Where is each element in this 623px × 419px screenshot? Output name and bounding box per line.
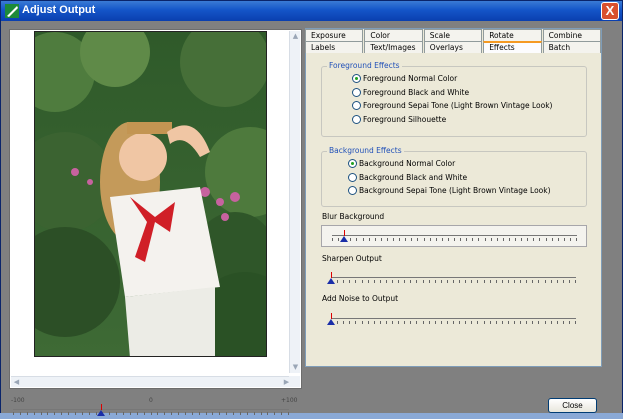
window-title: Adjust Output bbox=[22, 4, 96, 16]
scroll-up-icon[interactable]: ▲ bbox=[290, 31, 301, 42]
dialog-window: Adjust Output X ▲ ▼ ◀ ▶ -100 0 +100 Clos… bbox=[0, 0, 623, 416]
sharpen-slider[interactable] bbox=[327, 272, 576, 284]
preview-vertical-scrollbar[interactable]: ▲ ▼ bbox=[289, 31, 300, 373]
background-option-label: Background Black and White bbox=[359, 172, 468, 182]
blur-slider-thumb[interactable] bbox=[340, 236, 349, 242]
slider-min-label: -100 bbox=[11, 397, 25, 404]
window-close-button[interactable]: X bbox=[601, 2, 619, 20]
effects-panel: Foreground Effects Foreground Normal Col… bbox=[305, 28, 602, 367]
tab-effects[interactable]: Effects bbox=[483, 41, 542, 53]
tab-strip: Exposure Color Scale Rotate Combine Labels Te… bbox=[305, 29, 602, 53]
tab-labels[interactable]: Labels bbox=[305, 41, 364, 53]
tab-batch[interactable]: Batch bbox=[542, 41, 601, 53]
tab-text-images[interactable]: Text/Images bbox=[364, 41, 423, 53]
tab-combine[interactable]: Combine bbox=[542, 29, 601, 41]
sharpen-slider-thumb[interactable] bbox=[327, 278, 335, 284]
scroll-down-icon[interactable]: ▼ bbox=[290, 362, 301, 373]
tab-overlays[interactable]: Overlays bbox=[423, 41, 483, 53]
slider-mid-label: 0 bbox=[149, 397, 153, 404]
blur-background-label: Blur Background bbox=[322, 212, 385, 221]
title-bar: Adjust Output X bbox=[1, 1, 622, 21]
tab-scale[interactable]: Scale bbox=[423, 29, 483, 41]
scrollbar-corner bbox=[289, 376, 300, 387]
tab-exposure[interactable]: Exposure bbox=[305, 29, 364, 41]
scroll-left-icon[interactable]: ◀ bbox=[11, 377, 22, 388]
tab-rotate[interactable]: Rotate bbox=[483, 29, 542, 41]
tab-color[interactable]: Color bbox=[364, 29, 423, 41]
image-preview-pane: ▲ ▼ ◀ ▶ bbox=[9, 29, 302, 389]
preview-slider-thumb[interactable] bbox=[97, 410, 106, 416]
close-button[interactable]: Close bbox=[548, 398, 597, 413]
radio-button[interactable] bbox=[352, 87, 361, 97]
blur-slider-box bbox=[321, 225, 587, 247]
foreground-effects-title: Foreground Effects bbox=[327, 61, 402, 70]
add-noise-label: Add Noise to Output bbox=[322, 294, 399, 303]
background-option-label: Background Sepai Tone (Light Brown Vinta… bbox=[359, 186, 551, 195]
foreground-option-label: Foreground Silhouette bbox=[363, 114, 447, 124]
foreground-option-label: Foreground Sepai Tone (Light Brown Vinta… bbox=[363, 101, 553, 110]
radio-button[interactable] bbox=[352, 114, 361, 124]
radio-button[interactable] bbox=[352, 101, 361, 110]
background-effects-group: Background Effects Background Normal Col… bbox=[321, 146, 587, 207]
foreground-effects-group: Foreground Effects Foreground Normal Col… bbox=[321, 61, 587, 137]
preview-photo bbox=[34, 31, 267, 357]
noise-slider-thumb[interactable] bbox=[327, 319, 335, 325]
noise-slider[interactable] bbox=[327, 313, 576, 325]
sharpen-output-label: Sharpen Output bbox=[322, 254, 382, 263]
blur-slider[interactable] bbox=[332, 230, 577, 242]
background-option-label: Background Normal Color bbox=[359, 159, 456, 168]
slider-max-label: +100 bbox=[281, 397, 298, 404]
foreground-option-label: Foreground Black and White bbox=[363, 87, 470, 97]
radio-button[interactable] bbox=[348, 186, 357, 195]
preview-adjust-slider[interactable]: -100 0 +100 bbox=[9, 397, 304, 419]
foreground-option-label: Foreground Normal Color bbox=[363, 74, 458, 83]
preview-horizontal-scrollbar[interactable]: ◀ ▶ bbox=[11, 376, 292, 387]
radio-button[interactable] bbox=[348, 172, 357, 182]
background-effects-title: Background Effects bbox=[327, 146, 404, 155]
app-icon bbox=[5, 4, 19, 18]
radio-button[interactable] bbox=[352, 74, 361, 83]
radio-button[interactable] bbox=[348, 159, 357, 168]
